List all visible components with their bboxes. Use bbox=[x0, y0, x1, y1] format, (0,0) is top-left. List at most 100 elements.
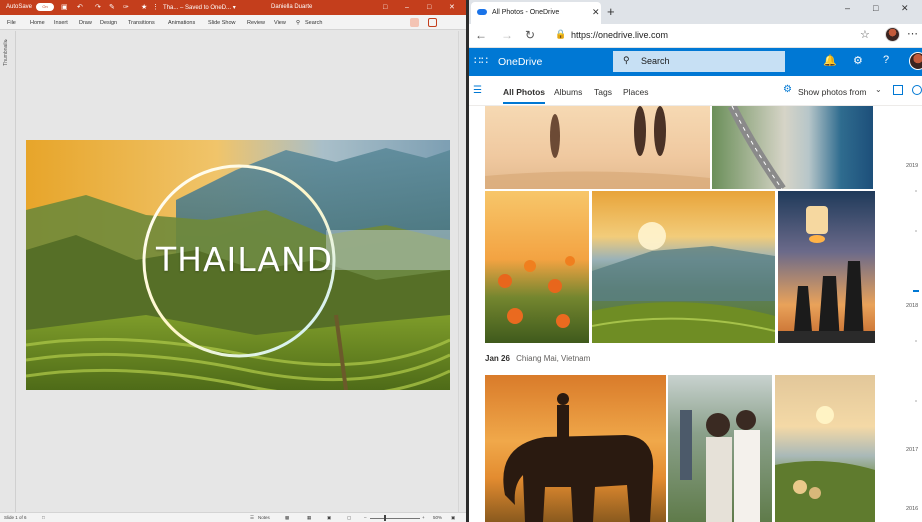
timeline-dot[interactable] bbox=[915, 340, 917, 342]
ribbon-options-icon[interactable]: □ bbox=[383, 4, 387, 12]
forward-icon[interactable]: → bbox=[501, 28, 513, 42]
app-launcher-icon[interactable]: ∷∷ bbox=[474, 54, 488, 67]
timeline-year-2018[interactable]: 2018 bbox=[906, 303, 918, 309]
slide-canvas[interactable]: THAILAND bbox=[26, 140, 450, 390]
photo-elephant[interactable] bbox=[485, 375, 666, 522]
minimize-icon[interactable]: – bbox=[405, 4, 409, 12]
redo-icon[interactable]: ↷ bbox=[95, 4, 101, 12]
fit-slide-icon[interactable]: ▣ bbox=[451, 515, 455, 521]
tab-slide-show[interactable]: Slide Show bbox=[208, 20, 236, 26]
search-input[interactable]: ⚲ Search bbox=[613, 51, 785, 72]
beach-silhouettes bbox=[485, 106, 710, 189]
tab-home[interactable]: Home bbox=[30, 20, 45, 26]
chevron-down-icon[interactable]: ⌄ bbox=[875, 85, 882, 94]
lock-icon[interactable]: 🔒 bbox=[555, 29, 566, 40]
tab-file[interactable]: File bbox=[7, 20, 16, 26]
photo-sunrise-hills[interactable] bbox=[592, 191, 775, 343]
search-icon[interactable]: ⚲ bbox=[296, 20, 300, 26]
photo-sunset-cliff[interactable] bbox=[775, 375, 875, 522]
timeline-position-marker[interactable] bbox=[913, 290, 919, 292]
save-icon[interactable]: ▣ bbox=[61, 4, 68, 12]
onedrive-header: ∷∷ OneDrive ⚲ Search 🔔 ⚙ ? bbox=[469, 48, 922, 76]
tab-view[interactable]: View bbox=[274, 20, 286, 26]
slide-title-container[interactable]: THAILAND bbox=[26, 140, 450, 390]
slideshow-view-icon[interactable]: ▢ bbox=[347, 515, 351, 521]
ppt-titlebar: AutoSave On ▣ ↶ ↷ ✎ ✑ ★ ⋮ Tha... – Saved… bbox=[0, 0, 466, 15]
tab-transitions[interactable]: Transitions bbox=[128, 20, 155, 26]
brush-icon[interactable]: ✑ bbox=[123, 4, 129, 12]
help-icon[interactable]: ? bbox=[883, 54, 889, 66]
photos-subnav: ☰ All Photos Albums Tags Places ⚙ Show p… bbox=[469, 76, 922, 106]
timeline-year-2016[interactable]: 2016 bbox=[906, 506, 918, 512]
back-icon[interactable]: ← bbox=[475, 28, 487, 42]
photo-lantern[interactable] bbox=[778, 191, 875, 343]
autosave-toggle[interactable]: On bbox=[36, 3, 54, 11]
zoom-slider-knob[interactable] bbox=[384, 515, 386, 521]
tab-insert[interactable]: Insert bbox=[54, 20, 68, 26]
account-avatar[interactable] bbox=[909, 52, 922, 70]
maximize-icon[interactable]: □ bbox=[873, 3, 878, 13]
user-name[interactable]: Daniella Duarte bbox=[271, 4, 312, 10]
close-icon[interactable]: ✕ bbox=[901, 3, 909, 14]
share-icon[interactable] bbox=[410, 18, 419, 27]
new-tab-icon[interactable]: + bbox=[607, 4, 615, 19]
pen-icon[interactable]: ✎ bbox=[109, 4, 115, 12]
browser-tab[interactable]: All Photos - OneDrive ✕ bbox=[471, 2, 601, 24]
close-icon[interactable]: ✕ bbox=[449, 4, 455, 12]
tab-design[interactable]: Design bbox=[100, 20, 117, 26]
address-bar[interactable]: https://onedrive.live.com bbox=[571, 30, 668, 40]
show-photos-from-dropdown[interactable]: Show photos from bbox=[798, 87, 867, 97]
tab-animations[interactable]: Animations bbox=[168, 20, 195, 26]
timeline-dot[interactable] bbox=[915, 190, 917, 192]
info-icon[interactable] bbox=[912, 85, 922, 95]
reading-view-icon[interactable]: ▣ bbox=[327, 515, 331, 521]
sorter-view-icon[interactable]: ▦ bbox=[307, 515, 311, 521]
ppt-scrollbar[interactable] bbox=[458, 31, 466, 512]
timeline-dot[interactable] bbox=[915, 230, 917, 232]
comments-icon[interactable] bbox=[428, 18, 437, 27]
zoom-slider[interactable] bbox=[370, 518, 420, 519]
notifications-icon[interactable]: 🔔 bbox=[823, 54, 837, 67]
close-tab-icon[interactable]: ✕ bbox=[592, 7, 600, 18]
profile-avatar[interactable] bbox=[885, 27, 900, 42]
tell-me-search[interactable]: Search bbox=[305, 20, 322, 26]
photo-marigolds[interactable] bbox=[485, 191, 589, 343]
tab-places[interactable]: Places bbox=[623, 87, 649, 97]
thumbnail-rail[interactable] bbox=[0, 31, 16, 512]
photo-coastal-road[interactable] bbox=[712, 106, 873, 189]
tab-all-photos[interactable]: All Photos bbox=[503, 87, 546, 104]
tab-albums[interactable]: Albums bbox=[554, 87, 582, 97]
settings-gear-icon[interactable]: ⚙ bbox=[853, 54, 863, 67]
present-icon[interactable]: ★ bbox=[141, 4, 147, 12]
timeline-year-2019[interactable]: 2019 bbox=[906, 163, 918, 169]
zoom-in-icon[interactable]: + bbox=[422, 515, 425, 520]
accessibility-icon[interactable]: □ bbox=[42, 515, 45, 520]
tab-draw[interactable]: Draw bbox=[79, 20, 92, 26]
notes-icon[interactable]: ☰ bbox=[250, 515, 254, 521]
undo-icon[interactable]: ↶ bbox=[77, 4, 83, 12]
more-menu-icon[interactable]: ⋯ bbox=[907, 27, 918, 40]
photo-hikers[interactable] bbox=[668, 375, 772, 522]
group-location[interactable]: Chiang Mai, Vietnam bbox=[516, 354, 590, 363]
ppt-status-bar: Slide 1 of 6 □ ☰ Notes ▩ ▦ ▣ ▢ – + 50% ▣ bbox=[0, 512, 466, 522]
hamburger-menu-icon[interactable]: ☰ bbox=[473, 85, 482, 96]
onedrive-brand[interactable]: OneDrive bbox=[498, 56, 542, 68]
maximize-icon[interactable]: □ bbox=[427, 4, 431, 12]
timeline-dot[interactable] bbox=[915, 400, 917, 402]
tab-review[interactable]: Review bbox=[247, 20, 265, 26]
notes-button[interactable]: Notes bbox=[258, 515, 270, 520]
timeline-year-2017[interactable]: 2017 bbox=[906, 447, 918, 453]
filter-gear-icon[interactable]: ⚙ bbox=[783, 84, 792, 95]
zoom-level[interactable]: 50% bbox=[433, 515, 442, 520]
normal-view-icon[interactable]: ▩ bbox=[285, 515, 289, 521]
favorite-star-icon[interactable]: ☆ bbox=[860, 28, 870, 41]
zoom-out-icon[interactable]: – bbox=[364, 515, 367, 520]
view-layout-icon[interactable] bbox=[893, 85, 903, 95]
document-title[interactable]: Tha... – Saved to OneD... ▾ bbox=[163, 4, 236, 11]
refresh-icon[interactable]: ↻ bbox=[525, 28, 535, 42]
tab-tags[interactable]: Tags bbox=[594, 87, 612, 97]
slide-title[interactable]: THAILAND bbox=[156, 240, 332, 279]
minimize-icon[interactable]: – bbox=[845, 3, 850, 13]
photo-beach-walk[interactable] bbox=[485, 106, 710, 189]
qat-more-icon[interactable]: ⋮ bbox=[152, 4, 159, 12]
